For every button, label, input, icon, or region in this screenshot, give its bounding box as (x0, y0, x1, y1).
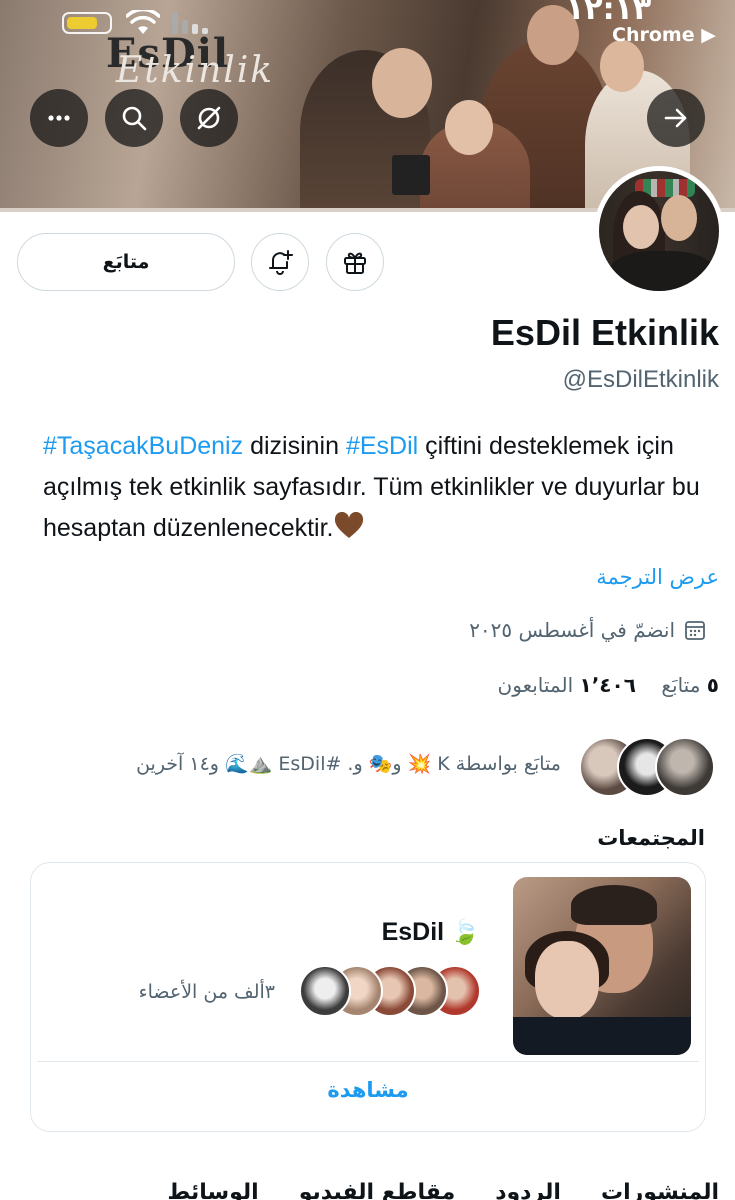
translate-link[interactable]: عرض الترجمة (596, 565, 719, 589)
community-name: EsDil 🍃 (382, 918, 480, 947)
more-button[interactable] (30, 89, 88, 147)
followers-link[interactable]: ١٬٤٠٦ المتابعون (498, 673, 636, 697)
brown-heart-icon (334, 512, 363, 538)
following-label: متابَع (661, 673, 701, 697)
profile-avatar[interactable] (594, 166, 724, 296)
community-image-body (513, 1017, 691, 1055)
hide-button[interactable] (180, 89, 238, 147)
hide-icon (197, 106, 221, 130)
communities-heading: المجتمعات (597, 826, 705, 850)
display-name: EsDil Etkinlik (490, 312, 719, 353)
following-button[interactable]: متابَع (17, 233, 235, 291)
tab-videos[interactable]: مقاطع الفيديو (299, 1180, 456, 1200)
notifications-button[interactable] (251, 233, 309, 291)
hashtag-link[interactable]: #TaşacakBuDeniz (43, 432, 243, 460)
gift-icon (344, 252, 366, 274)
tab-replies[interactable]: الردود (495, 1180, 561, 1200)
hashtag-link[interactable]: #EsDil (346, 432, 418, 460)
banner-face (600, 40, 644, 92)
back-to-app-link[interactable]: Chrome ▶ (612, 24, 716, 46)
leaf-icon: 🍃 (450, 919, 480, 946)
followers-label: المتابعون (497, 673, 574, 697)
member-count: ٣ألف من الأعضاء (138, 981, 275, 1003)
avatar-face (661, 195, 697, 241)
avatar (655, 737, 715, 797)
profile-tabs: المنشورات الردود مقاطع الفيديو الوسائط (0, 1180, 735, 1200)
avatar-body (607, 251, 717, 291)
following-count: ٥ (706, 673, 719, 697)
battery-icon (62, 12, 112, 34)
joined-text: انضمّ في أغسطس ٢٠٢٥ (469, 618, 675, 642)
community-image-hair (571, 885, 657, 925)
followed-by-text[interactable]: متابَع بواسطة K 💥 و🎭 و. #EsDil ⛰️🌊 و١٤ آ… (136, 752, 561, 775)
status-time: ١٢:١٣ (566, 0, 652, 27)
member-avatars (299, 965, 481, 1017)
battery-fill (67, 17, 97, 29)
community-image-face (535, 941, 599, 1019)
followed-by-avatars[interactable] (579, 737, 719, 797)
community-name-text: EsDil (381, 918, 445, 946)
search-button[interactable] (105, 89, 163, 147)
joined-date: انضمّ في أغسطس ٢٠٢٥ (469, 618, 707, 642)
card-divider (37, 1061, 699, 1062)
community-image (513, 877, 691, 1055)
followers-count: ١٬٤٠٦ (579, 673, 636, 697)
gift-button[interactable] (326, 233, 384, 291)
bio-text: dizisinin (243, 432, 346, 460)
avatar-face (623, 205, 659, 249)
banner-logo-script: Etkinlik (116, 50, 275, 91)
banner-face (445, 100, 493, 155)
search-icon (122, 106, 147, 131)
bell-plus-icon (269, 250, 293, 275)
calendar-icon (685, 621, 705, 640)
banner-face (372, 48, 432, 118)
arrow-right-icon (664, 108, 687, 128)
follow-stats: ٥ متابَع ١٬٤٠٦ المتابعون (498, 673, 719, 697)
community-card[interactable]: EsDil 🍃 ٣ألف من الأعضاء مشاهدة (30, 862, 706, 1132)
wifi-icon (126, 10, 160, 34)
tab-media[interactable]: الوسائط (167, 1180, 258, 1200)
avatar (299, 965, 351, 1017)
following-link[interactable]: ٥ متابَع (661, 673, 719, 697)
view-community-button[interactable]: مشاهدة (31, 1078, 705, 1102)
tab-posts[interactable]: المنشورات (601, 1180, 719, 1200)
forward-button[interactable] (647, 89, 705, 147)
banner-cup (392, 155, 430, 195)
user-handle: @EsDilEtkinlik (562, 366, 719, 393)
signal-icon (172, 12, 208, 34)
profile-bio: #TaşacakBuDeniz dizisinin #EsDil çiftini… (43, 426, 723, 549)
more-icon (48, 115, 70, 121)
